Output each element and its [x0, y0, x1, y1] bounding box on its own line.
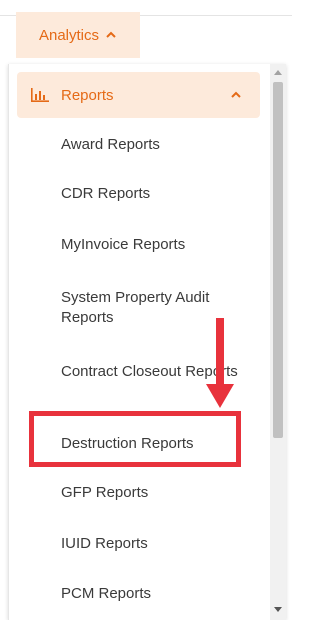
- scroll-down-arrow-icon[interactable]: [274, 607, 282, 612]
- chevron-up-icon: [231, 91, 241, 98]
- menu-item-gfp-reports[interactable]: GFP Reports: [61, 483, 251, 503]
- analytics-tab-label: Analytics: [38, 26, 100, 44]
- reports-section-label: Reports: [61, 86, 114, 104]
- scroll-up-arrow-icon[interactable]: [274, 70, 282, 75]
- menu-item-award-reports[interactable]: Award Reports: [61, 135, 251, 155]
- analytics-dropdown-panel: Reports Award Reports CDR Reports MyInvo…: [8, 64, 286, 620]
- menu-item-contract-closeout-reports[interactable]: Contract Closeout Reports: [61, 362, 251, 382]
- bar-chart-icon: [31, 88, 49, 102]
- menu-item-iuid-reports[interactable]: IUID Reports: [61, 534, 251, 554]
- menu-item-destruction-reports[interactable]: Destruction Reports: [61, 434, 251, 454]
- chevron-up-icon: [106, 31, 116, 38]
- menu-item-cdr-reports[interactable]: CDR Reports: [61, 184, 251, 204]
- analytics-menu-tab[interactable]: Analytics: [16, 12, 140, 58]
- top-navigation-bar: Analytics: [0, 0, 292, 62]
- scrollbar-thumb[interactable]: [273, 82, 283, 438]
- reports-section-header[interactable]: Reports: [17, 72, 260, 118]
- vertical-scrollbar[interactable]: [270, 64, 286, 620]
- menu-item-pcm-reports[interactable]: PCM Reports: [61, 584, 251, 604]
- menu-item-system-property-audit-reports[interactable]: System Property Audit Reports: [61, 288, 251, 328]
- menu-item-myinvoice-reports[interactable]: MyInvoice Reports: [61, 235, 251, 255]
